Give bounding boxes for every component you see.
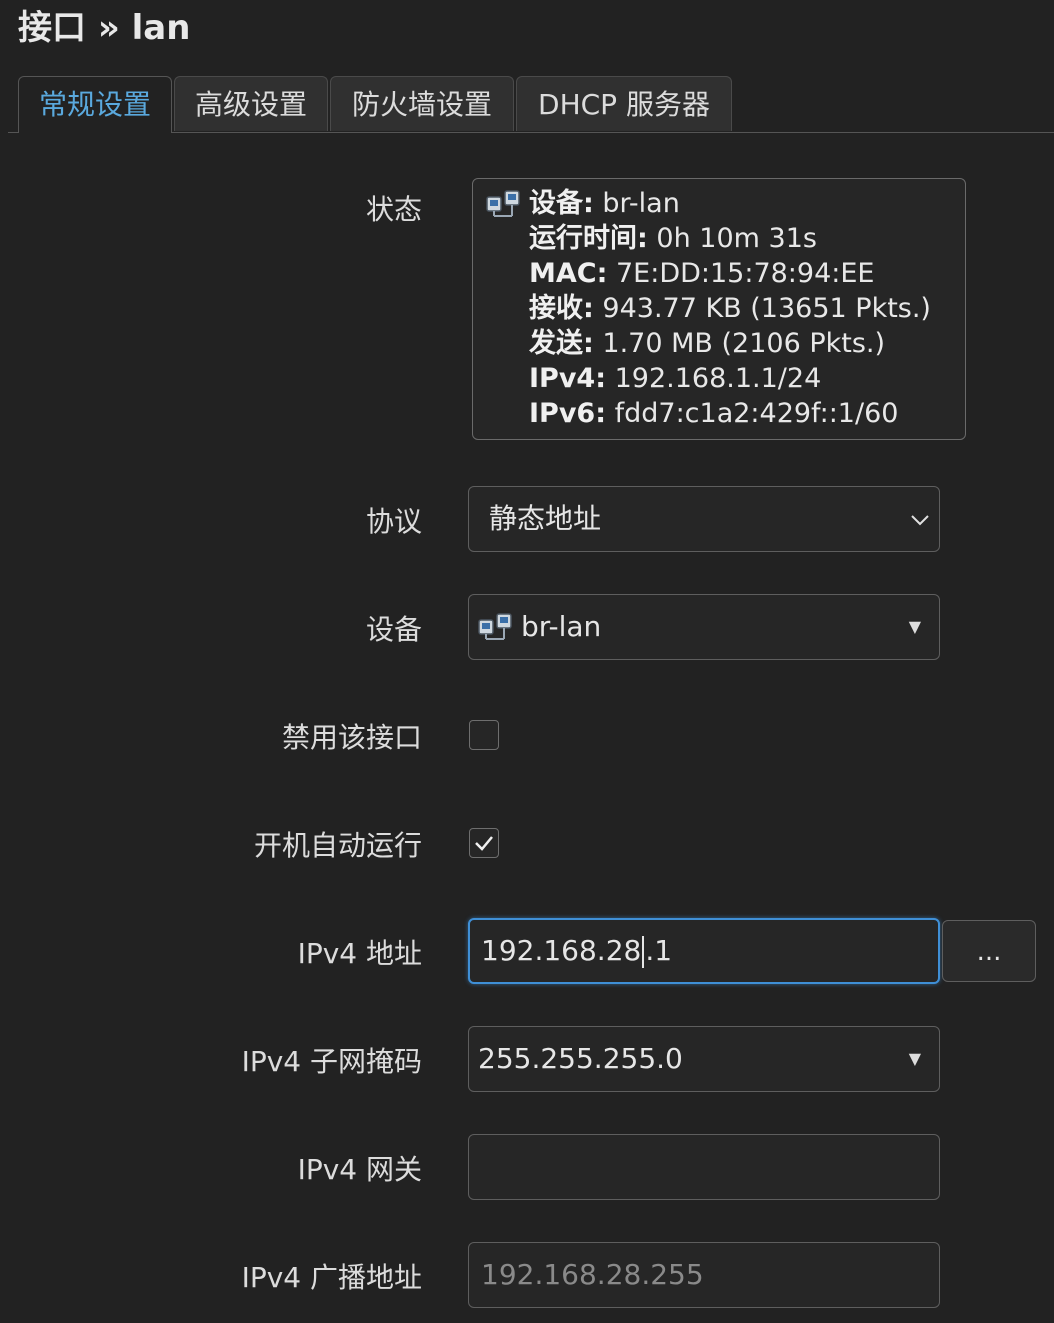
ipv4-netmask-value: 255.255.255.0 xyxy=(478,1042,683,1075)
status-key: IPv6: xyxy=(529,398,607,429)
tab-general-settings[interactable]: 常规设置 xyxy=(18,76,172,133)
status-key: IPv4: xyxy=(529,363,607,394)
status-panel: 设备: br-lan 运行时间: 0h 10m 31s MAC: 7E:DD:1… xyxy=(472,178,966,440)
status-rx-line: 接收: 943.77 KB (13651 Pkts.) xyxy=(529,291,931,326)
ipv4-broadcast-placeholder: 192.168.28.255 xyxy=(481,1258,704,1291)
status-key: MAC: xyxy=(529,258,608,289)
checkmark-icon xyxy=(475,836,493,851)
status-label: 状态 xyxy=(365,193,422,226)
bridge-device-icon xyxy=(486,190,520,217)
disable-interface-checkbox[interactable] xyxy=(469,720,499,750)
ipv4-gateway-input[interactable] xyxy=(468,1134,940,1200)
status-device-line: 设备: br-lan xyxy=(529,186,680,221)
tab-label: 防火墙设置 xyxy=(351,88,492,121)
status-value: 943.77 KB (13651 Pkts.) xyxy=(602,293,931,324)
status-key: 发送: xyxy=(529,328,594,359)
chevron-down-icon xyxy=(911,515,929,526)
device-select[interactable]: br-lan ▼ xyxy=(468,594,940,660)
status-value: br-lan xyxy=(602,188,680,219)
tab-label: 高级设置 xyxy=(194,88,307,121)
value-before-caret: 192.168.28 xyxy=(481,934,642,967)
ipv4-broadcast-label: IPv4 广播地址 xyxy=(241,1261,422,1294)
ipv4-netmask-select[interactable]: 255.255.255.0 ▼ xyxy=(468,1026,940,1092)
status-value: 192.168.1.1/24 xyxy=(614,363,822,394)
protocol-select[interactable]: 静态地址 xyxy=(468,486,940,552)
status-value: fdd7:c1a2:429f::1/60 xyxy=(614,398,899,429)
autostart-checkbox[interactable] xyxy=(469,828,499,858)
status-value: 1.70 MB (2106 Pkts.) xyxy=(602,328,886,359)
status-value: 7E:DD:15:78:94:EE xyxy=(615,258,875,289)
tab-bar: 常规设置 高级设置 防火墙设置 DHCP 服务器 xyxy=(8,76,1054,133)
value-after-caret: .1 xyxy=(645,934,673,967)
bridge-device-icon xyxy=(478,613,512,640)
disable-interface-label: 禁用该接口 xyxy=(281,721,422,754)
tab-label: 常规设置 xyxy=(38,88,151,121)
device-value: br-lan xyxy=(521,610,602,643)
protocol-label: 协议 xyxy=(365,505,422,538)
status-tx-line: 发送: 1.70 MB (2106 Pkts.) xyxy=(529,326,885,361)
protocol-value: 静态地址 xyxy=(489,502,602,535)
add-address-button[interactable]: ... xyxy=(942,920,1036,982)
status-ipv4-line: IPv4: 192.168.1.1/24 xyxy=(529,361,821,396)
status-ipv6-line: IPv6: fdd7:c1a2:429f::1/60 xyxy=(529,396,898,431)
ipv4-address-label: IPv4 地址 xyxy=(297,937,422,970)
ipv4-netmask-label: IPv4 子网掩码 xyxy=(241,1045,422,1078)
tab-dhcp-server[interactable]: DHCP 服务器 xyxy=(516,76,732,131)
tab-firewall-settings[interactable]: 防火墙设置 xyxy=(330,76,514,131)
caret-down-icon: ▼ xyxy=(908,1049,921,1068)
status-uptime-line: 运行时间: 0h 10m 31s xyxy=(529,221,817,256)
status-key: 设备: xyxy=(529,188,594,219)
ipv4-gateway-label: IPv4 网关 xyxy=(297,1153,422,1186)
ipv4-broadcast-input[interactable]: 192.168.28.255 xyxy=(468,1242,940,1308)
tab-label: DHCP 服务器 xyxy=(538,88,710,121)
page-title: 接口 » lan xyxy=(18,8,191,48)
ipv4-address-value: 192.168.28.1 xyxy=(481,920,672,982)
status-key: 运行时间: xyxy=(529,223,648,254)
status-key: 接收: xyxy=(529,293,594,324)
ipv4-address-input[interactable]: 192.168.28.1 xyxy=(468,918,940,984)
status-value: 0h 10m 31s xyxy=(656,223,817,254)
device-label: 设备 xyxy=(365,613,422,646)
caret-down-icon: ▼ xyxy=(908,617,921,636)
autostart-label: 开机自动运行 xyxy=(253,829,422,862)
status-mac-line: MAC: 7E:DD:15:78:94:EE xyxy=(529,256,874,291)
tab-advanced-settings[interactable]: 高级设置 xyxy=(174,76,328,131)
